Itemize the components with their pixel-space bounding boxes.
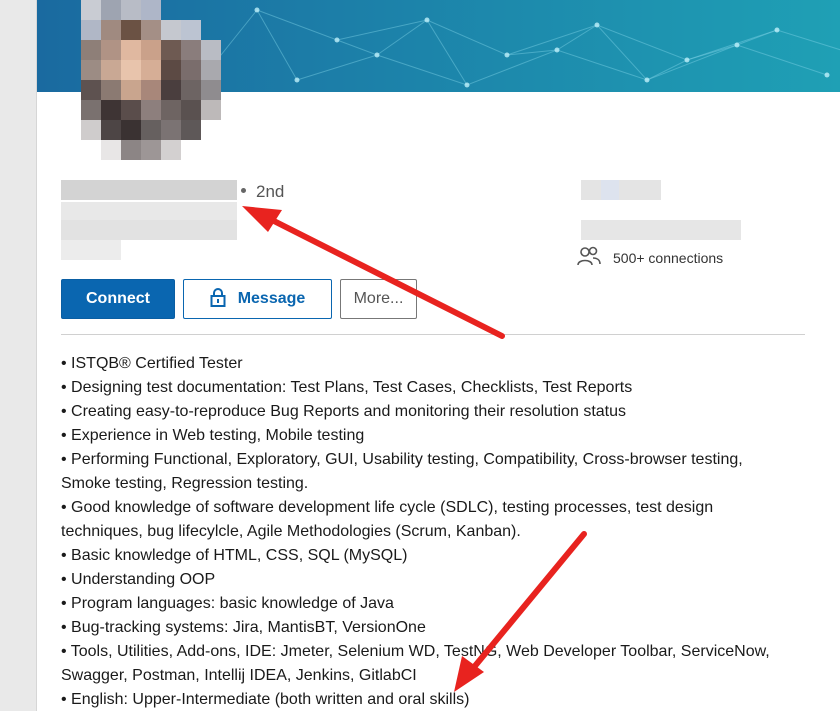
screenshot-page: 2nd 500+ connections Connect Message Mor… <box>0 0 840 711</box>
profile-card: 2nd 500+ connections Connect Message Mor… <box>36 0 840 711</box>
avatar-pixel <box>161 60 181 80</box>
connections-count[interactable]: 500+ connections <box>577 246 723 269</box>
blurred-headline-2 <box>61 220 237 240</box>
avatar-pixel <box>201 60 221 80</box>
connect-button[interactable]: Connect <box>61 279 175 319</box>
avatar[interactable] <box>61 0 241 160</box>
avatar-pixel <box>161 80 181 100</box>
avatar-pixel <box>201 100 221 120</box>
avatar-pixel <box>101 120 121 140</box>
avatar-pixel <box>161 100 181 120</box>
avatar-pixel <box>81 60 101 80</box>
avatar-pixel <box>181 120 201 140</box>
message-button[interactable]: Message <box>183 279 332 319</box>
avatar-pixel <box>161 20 181 40</box>
about-line: • Bug-tracking systems: Jira, MantisBT, … <box>61 619 426 636</box>
avatar-pixel <box>101 100 121 120</box>
avatar-pixel <box>141 20 161 40</box>
avatar-pixel <box>121 140 141 160</box>
about-line: • Designing test documentation: Test Pla… <box>61 379 633 396</box>
avatar-pixel <box>101 0 121 20</box>
lock-icon <box>210 287 226 312</box>
avatar-pixel <box>181 60 201 80</box>
about-line: • Understanding OOP <box>61 571 216 588</box>
people-icon <box>577 246 601 269</box>
more-button[interactable]: More... <box>340 279 417 319</box>
avatar-pixel <box>161 40 181 60</box>
about-line: Smoke testing, Regression testing. <box>61 475 309 492</box>
avatar-pixel <box>101 80 121 100</box>
connection-degree: 2nd <box>241 182 284 202</box>
avatar-pixel <box>201 80 221 100</box>
about-line: • Experience in Web testing, Mobile test… <box>61 427 365 444</box>
avatar-pixel <box>121 100 141 120</box>
avatar-pixel <box>101 20 121 40</box>
avatar-pixel <box>121 20 141 40</box>
blurred-company <box>581 180 661 200</box>
blurred-education <box>581 220 741 240</box>
about-line: techniques, bug lifecylcle, Agile Method… <box>61 523 521 540</box>
avatar-pixel <box>81 100 101 120</box>
about-line: • Basic knowledge of HTML, CSS, SQL (MyS… <box>61 547 408 564</box>
about-line: • Good knowledge of software development… <box>61 499 714 516</box>
avatar-pixel <box>81 0 101 20</box>
blurred-headline-1 <box>61 202 237 220</box>
avatar-pixel <box>121 80 141 100</box>
blurred-name <box>61 180 237 200</box>
avatar-pixel <box>161 140 181 160</box>
avatar-pixel <box>101 40 121 60</box>
avatar-pixel <box>81 40 101 60</box>
separator-dot <box>241 188 246 194</box>
about-line: • ISTQB® Certified Tester <box>61 355 243 372</box>
avatar-pixel <box>141 140 161 160</box>
avatar-pixel <box>101 60 121 80</box>
about-line: • Creating easy-to-reproduce Bug Reports… <box>61 403 627 420</box>
avatar-pixel <box>181 100 201 120</box>
avatar-pixel <box>141 120 161 140</box>
avatar-pixel <box>161 120 181 140</box>
avatar-pixel <box>121 60 141 80</box>
avatar-pixel <box>81 20 101 40</box>
about-line: • Program languages: basic knowledge of … <box>61 595 394 612</box>
avatar-pixel <box>141 80 161 100</box>
blurred-headline-3 <box>61 240 121 260</box>
blurred-company-accent <box>601 180 619 200</box>
section-divider <box>61 334 805 335</box>
avatar-pixel <box>141 100 161 120</box>
more-button-label: More... <box>353 290 404 307</box>
connections-label: 500+ connections <box>613 249 724 266</box>
avatar-pixel <box>141 40 161 60</box>
avatar-pixel <box>201 40 221 60</box>
avatar-pixel <box>121 40 141 60</box>
avatar-pixel <box>121 120 141 140</box>
avatar-pixel <box>81 80 101 100</box>
about-line: • Performing Functional, Exploratory, GU… <box>61 451 743 468</box>
about-section: • ISTQB® Certified Tester • Designing tes… <box>61 352 791 711</box>
avatar-pixel <box>181 80 201 100</box>
avatar-pixel <box>101 140 121 160</box>
avatar-pixel <box>181 20 201 40</box>
about-line: • Tools, Utilities, Add-ons, IDE: Jmeter… <box>61 643 770 660</box>
connect-button-label: Connect <box>86 290 150 307</box>
avatar-pixel <box>181 40 201 60</box>
message-button-label: Message <box>237 290 306 307</box>
about-line: Swagger, Postman, Intellij IDEA, Jenkins… <box>61 667 417 684</box>
about-line: • English: Upper-Intermediate (both writ… <box>61 691 470 708</box>
avatar-pixel <box>141 60 161 80</box>
avatar-pixel <box>121 0 141 20</box>
avatar-pixel <box>141 0 161 20</box>
degree-label: 2nd <box>256 182 285 201</box>
avatar-pixel <box>81 120 101 140</box>
